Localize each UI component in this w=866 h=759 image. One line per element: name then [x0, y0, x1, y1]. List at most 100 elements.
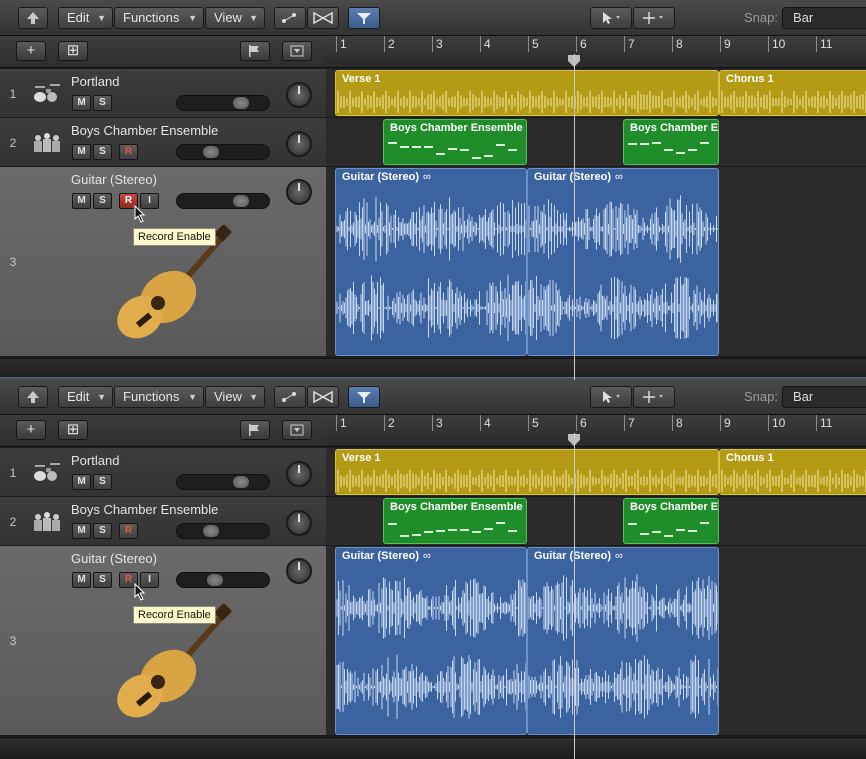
- fader-knob[interactable]: [203, 525, 219, 537]
- midi-region-choir-a[interactable]: Boys Chamber Ensemble: [383, 498, 527, 544]
- audio-region-guitar-b[interactable]: Guitar (Stereo) ∞: [527, 168, 719, 356]
- automation-button[interactable]: [274, 7, 306, 29]
- snap-value: Bar: [793, 10, 814, 25]
- volume-fader[interactable]: [176, 523, 270, 539]
- ruler[interactable]: 1 2 3 4 5 6 7 8 9 10 11: [326, 36, 866, 68]
- up-arrow-button[interactable]: [18, 386, 48, 408]
- horizontal-scrollbar[interactable]: [0, 737, 866, 759]
- solo-button[interactable]: S: [93, 144, 112, 160]
- ruler-bar-3: 3: [436, 416, 443, 430]
- midi-region-choir-b[interactable]: Boys Chamber Ensemble: [623, 119, 719, 165]
- flex-button[interactable]: [307, 386, 339, 408]
- ruler-tick: [384, 415, 385, 431]
- midi-region-choir-a[interactable]: Boys Chamber Ensemble: [383, 119, 527, 165]
- mute-button[interactable]: M: [72, 193, 91, 209]
- playhead[interactable]: [574, 54, 575, 380]
- track-header-portland[interactable]: 1 Portland M S: [0, 448, 326, 497]
- pan-knob[interactable]: [286, 131, 312, 157]
- drummer-region-chorus[interactable]: Chorus 1: [719, 449, 866, 495]
- drummer-region-verse[interactable]: Verse 1: [335, 449, 719, 495]
- audio-region-guitar-a[interactable]: Guitar (Stereo) ∞: [335, 547, 527, 735]
- drummer-region-chorus[interactable]: Chorus 1: [719, 70, 866, 116]
- ruler-tick: [672, 36, 673, 52]
- solo-button[interactable]: S: [93, 572, 112, 588]
- add-track-button[interactable]: +: [16, 420, 46, 440]
- flag-button[interactable]: [240, 41, 270, 61]
- functions-menu[interactable]: Functions ▼: [114, 386, 204, 408]
- mute-button[interactable]: M: [72, 474, 91, 490]
- tracks-area-before: Edit ▼ Functions ▼ View ▼ Snap: Bar + ⊞: [0, 0, 866, 380]
- pan-knob[interactable]: [286, 179, 312, 205]
- drum-kit-icon: [34, 84, 60, 102]
- region-label: Guitar (Stereo) ∞: [534, 171, 623, 183]
- fader-knob[interactable]: [233, 97, 249, 109]
- ruler-tick: [432, 36, 433, 52]
- region-label: Guitar (Stereo) ∞: [342, 550, 431, 562]
- volume-fader[interactable]: [176, 144, 270, 160]
- volume-fader[interactable]: [176, 193, 270, 209]
- fader-knob[interactable]: [203, 146, 219, 158]
- collapse-button[interactable]: [282, 420, 312, 440]
- flex-button[interactable]: [307, 7, 339, 29]
- mute-button[interactable]: M: [72, 572, 91, 588]
- fader-knob[interactable]: [233, 195, 249, 207]
- automation-button[interactable]: [274, 386, 306, 408]
- fader-knob[interactable]: [207, 574, 223, 586]
- track-name: Boys Chamber Ensemble: [71, 123, 219, 138]
- collapse-button[interactable]: [282, 41, 312, 61]
- catch-button[interactable]: [348, 7, 380, 29]
- mute-button[interactable]: M: [72, 523, 91, 539]
- pointer-tool-menu[interactable]: [590, 386, 632, 408]
- ruler[interactable]: 1 2 3 4 5 6 7 8 9 10 11: [326, 415, 866, 447]
- snap-select[interactable]: Bar: [782, 386, 866, 408]
- snap-select[interactable]: Bar: [782, 7, 866, 29]
- add-track-button[interactable]: +: [16, 41, 46, 61]
- chevron-down-icon: [290, 424, 304, 436]
- flag-button[interactable]: [240, 420, 270, 440]
- fader-knob[interactable]: [233, 476, 249, 488]
- ruler-bar-6: 6: [580, 416, 587, 430]
- audio-region-guitar-a[interactable]: Guitar (Stereo) ∞: [335, 168, 527, 356]
- track-name: Portland: [71, 74, 120, 89]
- solo-button[interactable]: S: [93, 523, 112, 539]
- edit-menu[interactable]: Edit ▼: [58, 7, 113, 29]
- midi-region-choir-b[interactable]: Boys Chamber Ensemble: [623, 498, 719, 544]
- view-menu[interactable]: View ▼: [205, 386, 265, 408]
- pan-knob[interactable]: [286, 461, 312, 487]
- pointer-tool-menu[interactable]: [590, 7, 632, 29]
- crosshair-tool-menu[interactable]: [633, 7, 675, 29]
- drummer-region-verse[interactable]: Verse 1: [335, 70, 719, 116]
- solo-button[interactable]: S: [93, 193, 112, 209]
- playhead[interactable]: [574, 433, 575, 759]
- pan-knob[interactable]: [286, 510, 312, 536]
- drum-waveform: [337, 470, 717, 492]
- up-arrow-button[interactable]: [18, 7, 48, 29]
- mute-button[interactable]: M: [72, 95, 91, 111]
- view-menu[interactable]: View ▼: [205, 7, 265, 29]
- track-header-guitar[interactable]: 3 Guitar (Stereo) M S R I: [0, 546, 326, 736]
- track-name: Guitar (Stereo): [71, 551, 157, 566]
- track-header-choir[interactable]: 2 Boys Chamber Ensemble M S R: [0, 118, 326, 167]
- pan-knob[interactable]: [286, 82, 312, 108]
- solo-button[interactable]: S: [93, 95, 112, 111]
- edit-menu[interactable]: Edit ▼: [58, 386, 113, 408]
- mute-button[interactable]: M: [72, 144, 91, 160]
- new-folder-button[interactable]: ⊞: [58, 420, 88, 440]
- volume-fader[interactable]: [176, 572, 270, 588]
- track-header-choir[interactable]: 2 Boys Chamber Ensemble M S R: [0, 497, 326, 546]
- chevron-down-icon: ▼: [249, 13, 258, 23]
- track-header-portland[interactable]: 1 Portland M S: [0, 69, 326, 118]
- volume-fader[interactable]: [176, 95, 270, 111]
- ruler-tick: [816, 415, 817, 431]
- track-header-guitar[interactable]: 3 Guitar (Stereo) M S R I: [0, 167, 326, 357]
- new-folder-button[interactable]: ⊞: [58, 41, 88, 61]
- functions-menu[interactable]: Functions ▼: [114, 7, 204, 29]
- catch-button[interactable]: [348, 386, 380, 408]
- volume-fader[interactable]: [176, 474, 270, 490]
- audio-region-guitar-b[interactable]: Guitar (Stereo) ∞: [527, 547, 719, 735]
- solo-button[interactable]: S: [93, 474, 112, 490]
- record-enable-button[interactable]: R: [119, 523, 138, 539]
- record-enable-button[interactable]: R: [119, 144, 138, 160]
- crosshair-tool-menu[interactable]: [633, 386, 675, 408]
- pan-knob[interactable]: [286, 558, 312, 584]
